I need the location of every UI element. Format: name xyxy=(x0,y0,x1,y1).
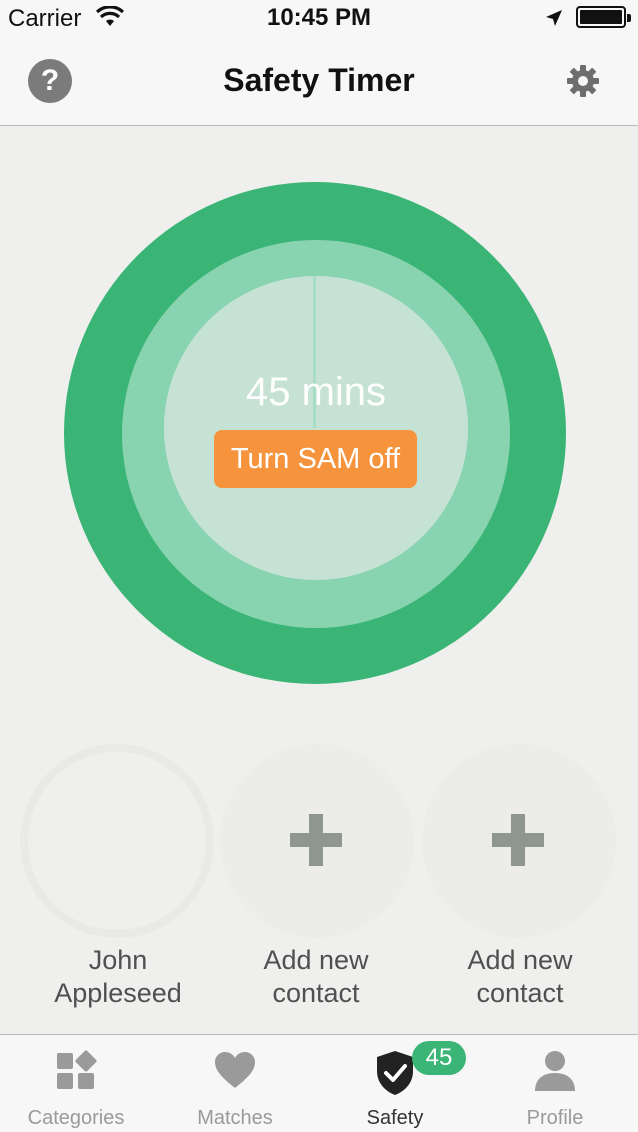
navigation-bar: ? Safety Timer xyxy=(0,40,638,126)
tab-label: Matches xyxy=(197,1107,273,1129)
contact-name-line1: Add new xyxy=(263,945,369,975)
shield-check-icon xyxy=(373,1049,417,1095)
add-contact-button[interactable] xyxy=(422,744,616,938)
location-arrow-icon xyxy=(544,8,564,33)
timer-remaining-label: 45 mins xyxy=(245,370,387,414)
gear-icon[interactable] xyxy=(566,64,600,98)
plus-icon xyxy=(290,814,342,866)
tab-label: Safety xyxy=(366,1107,424,1129)
tab-label: Categories xyxy=(27,1107,125,1129)
contact-avatar-john-appleseed[interactable] xyxy=(20,744,214,938)
timer-dial[interactable] xyxy=(164,276,468,580)
plus-icon xyxy=(492,814,544,866)
battery-icon xyxy=(576,6,631,28)
clock: 10:45 PM xyxy=(266,4,372,31)
safety-timer-panel: 45 mins Turn SAM off John Appleseed Add … xyxy=(0,126,638,1034)
safety-timer-badge: 45 xyxy=(412,1041,466,1075)
tab-bar: Categories Matches Safety 45 Profile xyxy=(0,1034,638,1132)
contact-name-line2: Appleseed xyxy=(54,978,182,1008)
contact-name-label: Add new contact xyxy=(216,944,416,1010)
tab-categories[interactable]: Categories xyxy=(0,1035,156,1132)
contact-name-line2: contact xyxy=(476,978,564,1008)
add-contact-button[interactable] xyxy=(220,744,414,938)
contact-name-label: Add new contact xyxy=(420,944,620,1010)
person-icon xyxy=(533,1049,577,1093)
heart-icon xyxy=(213,1049,257,1093)
contact-name-line1: John xyxy=(88,945,148,975)
categories-icon xyxy=(54,1049,98,1093)
status-bar: Carrier 10:45 PM xyxy=(0,0,638,40)
contact-name-line2: contact xyxy=(272,978,360,1008)
tab-label: Profile xyxy=(526,1107,584,1129)
contact-name-line1: Add new xyxy=(467,945,573,975)
tab-matches[interactable]: Matches xyxy=(155,1035,315,1132)
tab-profile[interactable]: Profile xyxy=(475,1035,635,1132)
contact-name-label: John Appleseed xyxy=(18,944,218,1010)
page-title: Safety Timer xyxy=(223,62,415,98)
turn-sam-off-button[interactable]: Turn SAM off xyxy=(214,430,417,488)
